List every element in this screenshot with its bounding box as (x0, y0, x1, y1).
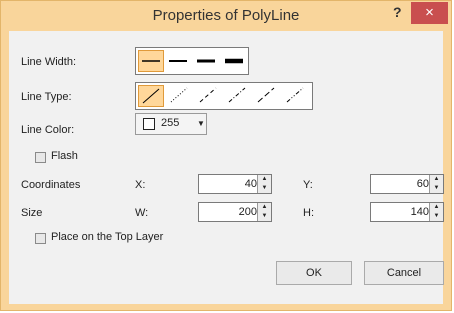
line-type-option-dash-dot[interactable] (225, 85, 251, 107)
h-spinner: ▲ ▼ (429, 203, 443, 221)
spin-up-icon[interactable]: ▲ (431, 175, 442, 183)
x-spinbox[interactable]: 40 ▲ ▼ (198, 174, 272, 194)
spin-down-icon[interactable]: ▼ (259, 184, 270, 192)
line-type-dotted-icon (170, 87, 188, 103)
w-spinner: ▲ ▼ (257, 203, 271, 221)
dialog-body: Line Width: Line Type: Line Color: 255 ▼… (9, 31, 444, 304)
line-width-option-medium[interactable] (166, 50, 192, 72)
title-bar[interactable]: Properties of PolyLine ? × (1, 1, 451, 31)
line-type-label: Line Type: (21, 91, 72, 103)
line-type-solid-icon (142, 88, 160, 104)
top-layer-checkbox[interactable] (35, 233, 46, 244)
line-type-option-dotted[interactable] (167, 85, 193, 107)
line-type-dash-dot-dot-icon (286, 87, 304, 103)
line-color-value: 255 (161, 117, 180, 129)
line-width-option-thick[interactable] (194, 50, 220, 72)
line-width-thick-icon (197, 59, 215, 63)
dialog-title: Properties of PolyLine (152, 7, 300, 24)
top-layer-label: Place on the Top Layer (51, 231, 164, 243)
cancel-button[interactable]: Cancel (364, 261, 444, 285)
line-type-option-dash-dot-dot[interactable] (283, 85, 309, 107)
x-spinner: ▲ ▼ (257, 175, 271, 193)
x-value: 40 (244, 178, 257, 190)
line-width-thin-icon (142, 60, 160, 62)
flash-label: Flash (51, 150, 78, 162)
flash-checkbox[interactable] (35, 152, 46, 163)
y-spinner: ▲ ▼ (429, 175, 443, 193)
w-spinbox[interactable]: 200 ▲ ▼ (198, 202, 272, 222)
spin-up-icon[interactable]: ▲ (259, 175, 270, 183)
line-width-option-thin[interactable] (138, 50, 164, 72)
properties-dialog: Properties of PolyLine ? × Line Width: L… (0, 0, 452, 311)
w-value: 200 (238, 206, 257, 218)
line-type-dashed-icon (199, 87, 217, 103)
spin-down-icon[interactable]: ▼ (259, 212, 270, 220)
w-label: W: (135, 207, 149, 219)
line-type-option-long-dash[interactable] (254, 85, 280, 107)
line-color-label: Line Color: (21, 124, 75, 136)
spin-up-icon[interactable]: ▲ (259, 203, 270, 211)
line-type-long-dash-icon (257, 87, 275, 103)
line-type-selector (135, 82, 313, 110)
line-width-selector (135, 47, 249, 75)
color-swatch (143, 118, 155, 130)
h-value: 140 (410, 206, 429, 218)
line-type-dash-dot-icon (228, 87, 246, 103)
y-label: Y: (303, 179, 313, 191)
line-width-option-thickest[interactable] (222, 50, 248, 72)
dropdown-arrow-icon: ▼ (197, 119, 205, 128)
h-label: H: (303, 207, 314, 219)
line-color-dropdown[interactable]: 255 ▼ (135, 113, 207, 135)
help-button[interactable]: ? (393, 4, 407, 20)
line-type-option-solid[interactable] (138, 85, 164, 107)
coordinates-label: Coordinates (21, 179, 81, 191)
close-button[interactable]: × (411, 2, 448, 24)
size-label: Size (21, 207, 43, 219)
ok-button[interactable]: OK (276, 261, 352, 285)
spin-up-icon[interactable]: ▲ (431, 203, 442, 211)
line-width-label: Line Width: (21, 56, 77, 68)
spin-down-icon[interactable]: ▼ (431, 212, 442, 220)
line-width-medium-icon (169, 60, 187, 62)
spin-down-icon[interactable]: ▼ (431, 184, 442, 192)
h-spinbox[interactable]: 140 ▲ ▼ (370, 202, 444, 222)
line-type-option-dashed[interactable] (196, 85, 222, 107)
y-spinbox[interactable]: 60 ▲ ▼ (370, 174, 444, 194)
x-label: X: (135, 179, 146, 191)
y-value: 60 (416, 178, 429, 190)
line-width-thickest-icon (225, 58, 243, 64)
